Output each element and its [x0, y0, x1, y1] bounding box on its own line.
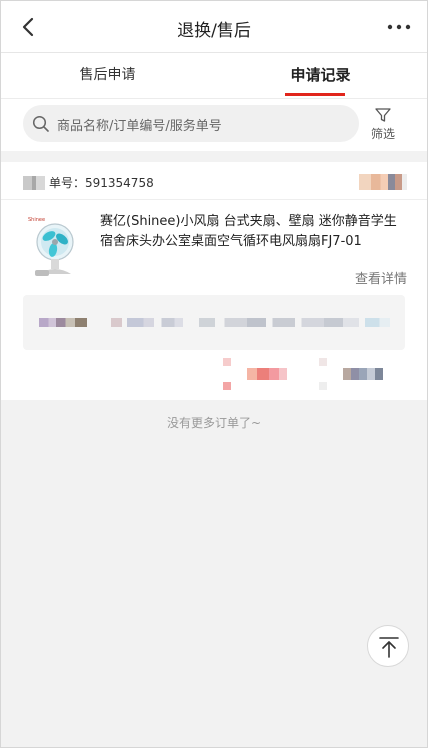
blurred-text — [199, 318, 359, 327]
svg-text:Shinee: Shinee — [28, 217, 45, 223]
blurred-action-4 — [319, 358, 327, 366]
active-tab-indicator — [285, 93, 345, 96]
more-dots-icon — [387, 24, 411, 30]
order-number: 单号：591354758 — [49, 176, 154, 190]
order-header: 单号：591354758 — [1, 162, 427, 200]
search-placeholder: 商品名称/订单编号/服务单号 — [57, 119, 222, 134]
filter-button[interactable]: 筛选 — [367, 106, 399, 144]
back-to-top-button[interactable] — [367, 625, 409, 667]
filter-funnel-icon — [375, 108, 391, 122]
product-name[interactable]: 赛亿(Shinee)小风扇 台式夹扇、壁扇 迷你静音学生宿舍床头办公室桌面空气循… — [100, 212, 406, 252]
no-more-orders-text: 没有更多订单了~ — [166, 416, 262, 430]
order-card: 单号：591354758 Shinee 赛亿(Shinee)小风扇 台式夹扇、壁… — [1, 162, 427, 400]
tab-label: 申请记录 — [290, 66, 351, 84]
blurred-text — [39, 318, 87, 327]
search-input[interactable]: 商品名称/订单编号/服务单号 — [23, 105, 359, 142]
blurred-action-5 — [319, 382, 327, 390]
tab-label: 售后申请 — [79, 67, 136, 83]
product-image[interactable]: Shinee — [27, 212, 79, 278]
page-title: 退换/售后 — [177, 21, 251, 41]
back-to-top-icon — [379, 637, 399, 658]
blurred-action-6[interactable] — [343, 368, 383, 380]
app-screen: 退换/售后 售后申请 申请记录 商品名称/订单编号/服务单号 筛选 单号：591… — [0, 0, 428, 748]
store-icon — [23, 176, 45, 190]
blurred-text — [365, 318, 401, 327]
service-info-box — [23, 295, 405, 350]
tab-after-sales-apply[interactable]: 售后申请 — [1, 53, 214, 99]
more-button[interactable] — [385, 15, 413, 39]
search-icon — [32, 115, 49, 132]
blurred-action-3[interactable] — [247, 368, 287, 380]
filter-label: 筛选 — [370, 127, 395, 141]
status-badge — [359, 174, 407, 190]
blurred-text — [111, 318, 183, 327]
top-nav-bar: 退换/售后 — [1, 1, 427, 53]
tab-apply-records[interactable]: 申请记录 — [214, 53, 427, 99]
blurred-action-2 — [223, 382, 231, 390]
view-details-link[interactable]: 查看详情 — [355, 268, 407, 287]
search-bar: 商品名称/订单编号/服务单号 筛选 — [1, 99, 427, 151]
tab-bar: 售后申请 申请记录 — [1, 53, 427, 99]
blurred-action-1 — [223, 358, 231, 366]
